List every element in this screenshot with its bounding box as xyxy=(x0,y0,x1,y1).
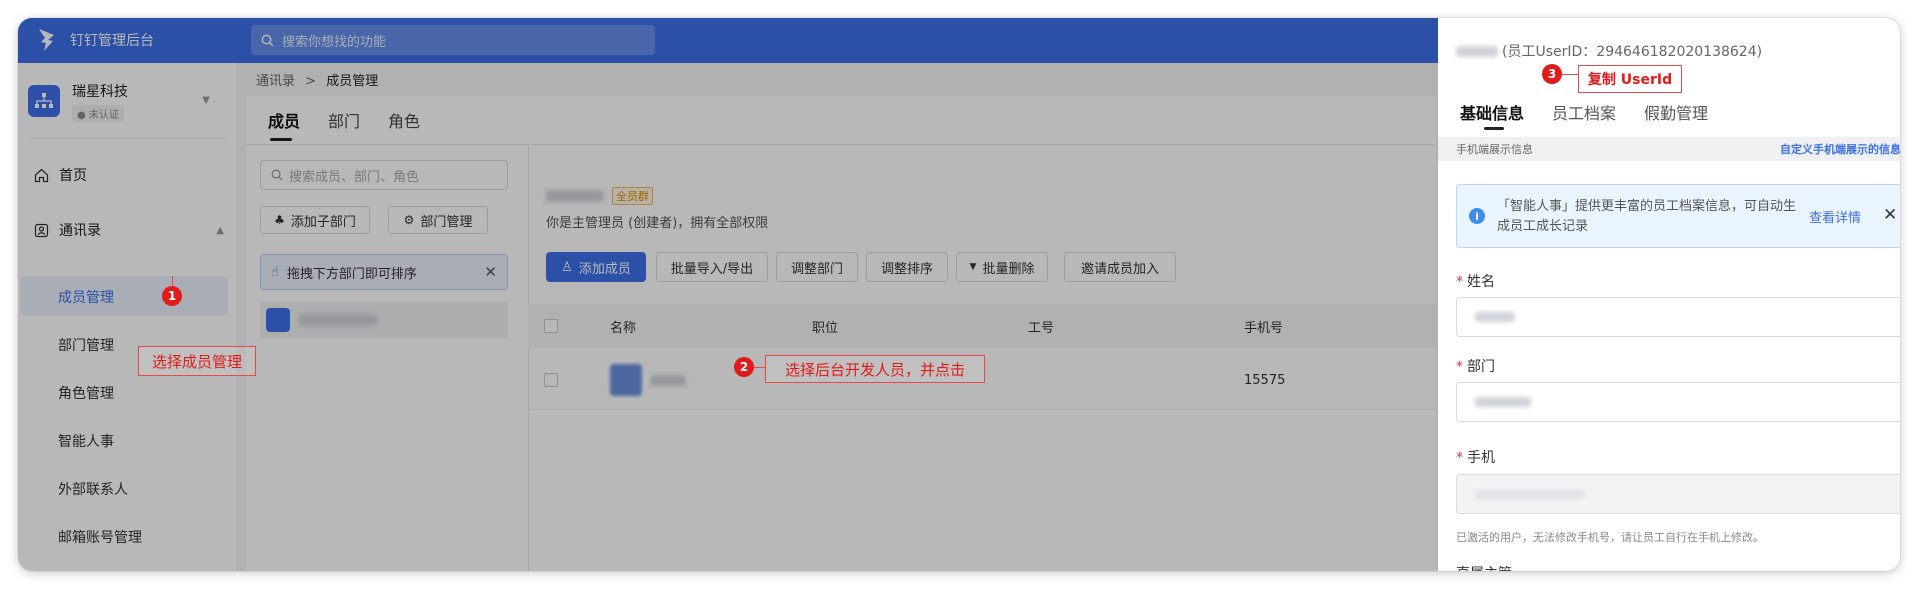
view-details-link[interactable]: 查看详情 xyxy=(1809,207,1861,226)
dept-label: * 部门 xyxy=(1456,359,1495,375)
name-label: * 姓名 xyxy=(1456,274,1495,290)
member-name-blurred xyxy=(1456,45,1498,57)
direct-manager-label: 直属主管 xyxy=(1456,563,1512,571)
annotation-2-label: 选择后台开发人员，并点击 xyxy=(765,355,985,383)
tab-underline xyxy=(1484,127,1504,130)
phone-label: * 手机 xyxy=(1456,450,1495,466)
dept-field[interactable] xyxy=(1456,382,1900,422)
name-value-blurred xyxy=(1475,312,1515,322)
section-header: 手机端展示信息 自定义手机端展示的信息 xyxy=(1438,137,1900,161)
annotation-connector xyxy=(1562,74,1578,75)
customize-mobile-link[interactable]: 自定义手机端展示的信息 xyxy=(1780,141,1900,157)
app-window: 钉钉管理后台 搜索你想找的功能 瑞星科技 ● 未认证 ▼ 首页 通讯录 ▲ 成员… xyxy=(18,18,1900,571)
phone-value-blurred xyxy=(1475,489,1585,499)
member-detail-drawer: (员工UserID：294646182020138624) 基础信息 员工档案 … xyxy=(1438,18,1900,571)
name-field[interactable] xyxy=(1456,297,1900,337)
info-icon: i xyxy=(1469,208,1485,224)
phone-field[interactable] xyxy=(1456,474,1900,514)
tab-attendance[interactable]: 假勤管理 xyxy=(1644,100,1708,124)
section-title: 手机端展示信息 xyxy=(1456,143,1533,156)
annotation-1-label: 选择成员管理 xyxy=(138,346,256,376)
annotation-2-badge: 2 xyxy=(734,357,754,377)
tab-basic-info[interactable]: 基础信息 xyxy=(1460,100,1524,124)
close-icon[interactable]: ✕ xyxy=(1883,205,1897,225)
user-id-label[interactable]: (员工UserID：294646182020138624) xyxy=(1502,41,1762,61)
drawer-title: (员工UserID：294646182020138624) xyxy=(1456,41,1762,61)
annotation-connector xyxy=(754,367,765,368)
annotation-3-label: 复制 UserId xyxy=(1578,65,1682,93)
phone-hint: 已激活的用户，无法修改手机号，请让员工自行在手机上修改。 xyxy=(1456,531,1764,544)
dept-value-blurred xyxy=(1475,397,1531,407)
tab-employee-file[interactable]: 员工档案 xyxy=(1552,100,1616,124)
drawer-tabs: 基础信息 员工档案 假勤管理 xyxy=(1460,100,1708,124)
annotation-1-badge: 1 xyxy=(162,286,182,306)
modal-overlay[interactable] xyxy=(18,18,1438,571)
info-text: 「智能人事」提供更丰富的员工档案信息，可自动生成员工成长记录 xyxy=(1497,199,1797,234)
smart-hr-info-banner: i 「智能人事」提供更丰富的员工档案信息，可自动生成员工成长记录 查看详情 ✕ xyxy=(1456,184,1900,248)
annotation-3-badge: 3 xyxy=(1542,64,1562,84)
